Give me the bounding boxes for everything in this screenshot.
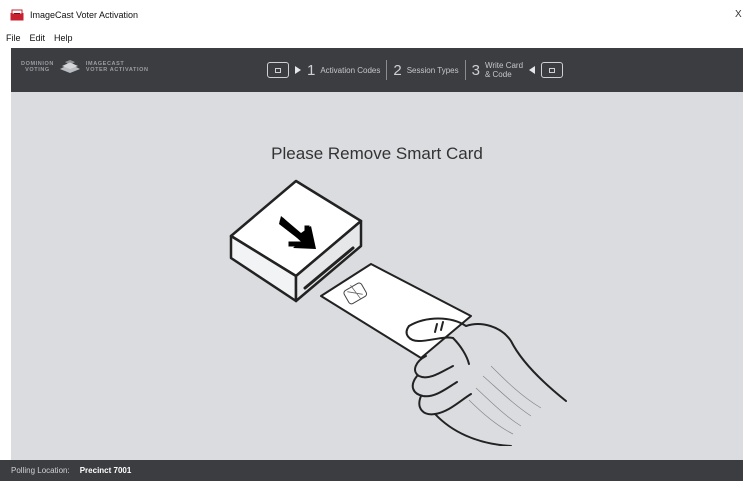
step-1-number: 1 [307,61,316,79]
status-bar: Polling Location: Precinct 7001 [0,460,743,481]
menu-bar: File Edit Help [0,30,743,46]
imagecast-wordmark: IMAGECAST VOTER ACTIVATION [85,61,149,73]
window-titlebar: ImageCast Voter Activation X [0,0,743,30]
page-title: Please Remove Smart Card [271,144,483,163]
step-2-label: Session Types [406,65,459,75]
main-content: Please Remove Smart Card [11,92,743,460]
ballot-box-icon [10,9,24,21]
menu-file[interactable]: File [6,33,21,43]
card-removed-icon [541,62,564,78]
menu-edit[interactable]: Edit [30,33,46,43]
step-3-number: 3 [471,61,480,79]
app-header: DOMINION VOTING IMAGECAST VOTER ACTIVATI… [11,48,743,92]
step-divider [464,60,466,80]
activation-steps: 1 Activation Codes 2 Session Types 3 Wri… [267,48,564,92]
step-3-label: Write Card & Code [484,61,524,79]
polling-location-value: Precinct 7001 [79,466,132,475]
hand-shading [468,365,542,435]
menu-help[interactable]: Help [54,33,73,43]
brand-logo: DOMINION VOTING IMAGECAST VOTER ACTIVATI… [21,60,149,74]
polling-location-label: Polling Location: [11,466,70,475]
card-inserted-icon [267,62,289,78]
arrow-left-icon [529,66,536,74]
arrow-right-icon [295,66,301,74]
step-2-number: 2 [393,61,402,79]
step-1-label: Activation Codes [320,65,381,75]
remove-smart-card-illustration [229,179,567,446]
dominion-voting-wordmark: DOMINION VOTING [21,61,54,73]
window-title: ImageCast Voter Activation [30,10,139,20]
dominion-logo-icon [59,60,80,73]
close-window-button[interactable]: X [735,9,743,20]
smart-card-icon [320,263,472,359]
step-divider [386,60,388,80]
